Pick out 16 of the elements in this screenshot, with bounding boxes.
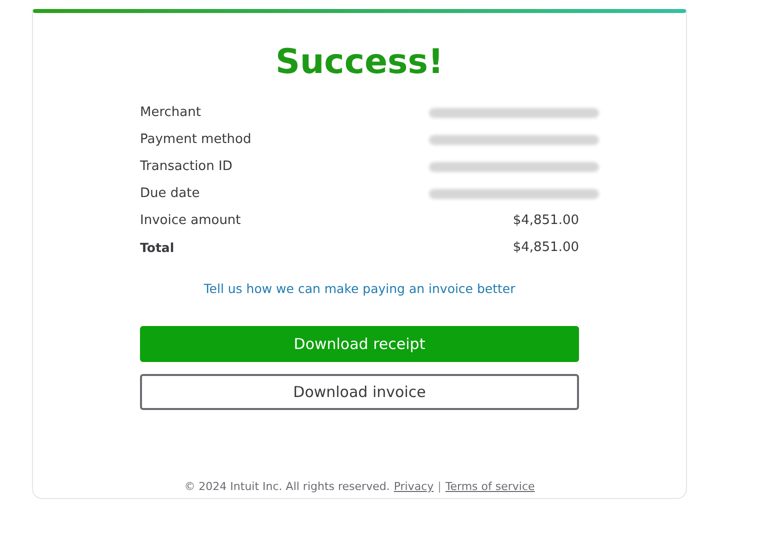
success-title: Success! [275,41,444,83]
detail-label: Due date [140,186,200,201]
download-invoice-button[interactable]: Download invoice [140,374,579,410]
detail-label: Payment method [140,132,252,147]
feedback-link[interactable]: Tell us how we can make paying an invoice better [204,281,516,296]
detail-label: Merchant [140,105,201,120]
download-receipt-button[interactable]: Download receipt [140,326,579,362]
detail-value: $4,851.00 [512,213,579,228]
footer-link[interactable]: Privacy [394,480,434,493]
detail-label: Total [140,240,174,255]
copyright-text: © 2024 Intuit Inc. All rights reserved. [184,480,390,493]
footer-link[interactable]: Terms of service [445,480,535,493]
separator-text: | [438,480,442,493]
detail-value: $4,851.00 [512,240,579,255]
detail-label: Invoice amount [140,213,241,228]
detail-label: Transaction ID [140,159,232,174]
